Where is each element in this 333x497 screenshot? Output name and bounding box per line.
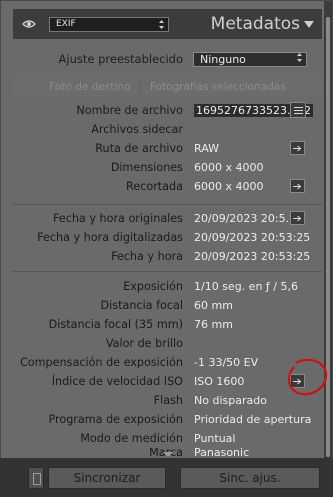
metadata-row: Fecha y hora originales 20/09/2023 20:5.… bbox=[13, 209, 322, 228]
field-label: Índice de velocidad ISO bbox=[51, 375, 183, 388]
metadata-row: Ruta de archivo RAW bbox=[13, 139, 322, 158]
field-value: 6000 x 4000 bbox=[194, 180, 264, 193]
metadata-row: Fecha y hora 20/09/2023 20:53:25 bbox=[13, 247, 322, 266]
metadata-row: Índice de velocidad ISO ISO 1600 bbox=[13, 372, 322, 391]
panel-scrollbar[interactable] bbox=[324, 1, 332, 481]
field-label: Marca bbox=[13, 448, 183, 456]
field-value: 20/09/2023 20:5... bbox=[194, 212, 297, 225]
select-arrows-icon bbox=[157, 18, 165, 30]
metadata-row: Valor de brillo bbox=[13, 334, 322, 353]
section-divider bbox=[13, 271, 322, 272]
preset-row: Ajuste preestablecido Ninguno bbox=[13, 47, 322, 71]
field-value: 76 mm bbox=[194, 318, 233, 331]
target-photo-option[interactable]: Foto de destino bbox=[49, 81, 130, 93]
rename-list-icon[interactable] bbox=[290, 102, 306, 118]
bottom-bar: Sincronizar Sinc. ajus. bbox=[0, 458, 333, 497]
field-label: Recortada bbox=[126, 180, 183, 193]
field-label: Modo de medición bbox=[80, 432, 183, 445]
field-label: Ruta de archivo bbox=[95, 142, 183, 155]
metadata-row: Programa de exposición Prioridad de aper… bbox=[13, 410, 322, 429]
preset-value: Ninguno bbox=[200, 52, 246, 66]
file-info-group: Nombre de archivo 1695276733523.rw2 Arch… bbox=[13, 101, 322, 196]
section-divider bbox=[13, 204, 322, 205]
field-label: Flash bbox=[153, 394, 183, 407]
field-value: 20/09/2023 20:53:25 bbox=[194, 231, 311, 244]
field-label: Programa de exposición bbox=[48, 413, 183, 426]
field-label: Exposición bbox=[123, 280, 183, 293]
collapse-triangle-icon[interactable] bbox=[304, 20, 314, 28]
metadata-panel: EXIF Metadatos Ajuste preestablecido Nin… bbox=[0, 0, 333, 497]
field-value: No disparado bbox=[194, 394, 267, 407]
field-value: Panasonic bbox=[194, 448, 250, 456]
exposure-group: Exposición 1/10 seg. en ƒ / 5,6 Distanci… bbox=[13, 277, 322, 456]
field-label: Archivos sidecar bbox=[91, 123, 183, 136]
metadata-row: Flash No disparado bbox=[13, 391, 322, 410]
panel-header[interactable]: EXIF Metadatos bbox=[13, 9, 322, 39]
field-value: 1/10 seg. en ƒ / 5,6 bbox=[194, 280, 298, 293]
metadata-view-value: EXIF bbox=[56, 19, 76, 29]
crop-arrow-icon[interactable] bbox=[290, 179, 305, 193]
sync-button[interactable]: Sincronizar bbox=[48, 467, 166, 489]
field-label: Valor de brillo bbox=[105, 337, 183, 350]
field-label: Fecha y hora digitalizadas bbox=[37, 231, 183, 244]
highlight-circle-annotation bbox=[282, 357, 330, 402]
metadata-row: Exposición 1/10 seg. en ƒ / 5,6 bbox=[13, 277, 322, 296]
target-separator: | bbox=[138, 81, 142, 93]
metadata-row: Modo de medición Puntual bbox=[13, 429, 322, 448]
metadata-row: Dimensiones 6000 x 4000 bbox=[13, 158, 322, 177]
field-value: ISO 1600 bbox=[194, 375, 245, 388]
metadata-row: Recortada 6000 x 4000 bbox=[13, 177, 322, 196]
field-value: Prioridad de apertura bbox=[194, 413, 312, 426]
metadata-row: Compensación de exposición -1 33/50 EV bbox=[13, 353, 322, 372]
field-value: 6000 x 4000 bbox=[194, 161, 264, 174]
go-to-folder-arrow-icon[interactable] bbox=[290, 141, 305, 155]
preset-label: Ajuste preestablecido bbox=[58, 52, 183, 66]
metadata-view-select[interactable]: EXIF bbox=[49, 16, 169, 32]
edit-capture-time-arrow-icon[interactable] bbox=[290, 211, 305, 225]
metadata-row: Distancia focal 60 mm bbox=[13, 296, 322, 315]
field-value: RAW bbox=[194, 142, 219, 155]
field-value: 20/09/2023 20:53:25 bbox=[194, 250, 311, 263]
sync-settings-button[interactable]: Sinc. ajus. bbox=[180, 467, 320, 489]
date-group: Fecha y hora originales 20/09/2023 20:5.… bbox=[13, 209, 322, 266]
field-value: Puntual bbox=[194, 432, 236, 445]
field-label: Fecha y hora bbox=[111, 250, 183, 263]
field-value: -1 33/50 EV bbox=[194, 356, 259, 369]
panel-title: Metadatos bbox=[210, 14, 300, 34]
select-arrows-icon bbox=[296, 52, 303, 66]
preset-select[interactable]: Ninguno bbox=[193, 51, 307, 67]
metadata-row: Archivos sidecar bbox=[13, 120, 322, 139]
metadata-row: Nombre de archivo 1695276733523.rw2 bbox=[13, 101, 322, 120]
field-label: Distancia focal bbox=[100, 299, 183, 312]
field-value: 60 mm bbox=[194, 299, 233, 312]
selected-photos-option[interactable]: Fotografías seleccionadas bbox=[150, 81, 286, 93]
field-label: Compensación de exposición bbox=[20, 356, 183, 369]
field-label: Distancia focal (35 mm) bbox=[48, 318, 183, 331]
metadata-row: Fecha y hora digitalizadas 20/09/2023 20… bbox=[13, 228, 322, 247]
eye-icon[interactable] bbox=[17, 12, 41, 36]
metadata-row: Distancia focal (35 mm) 76 mm bbox=[13, 315, 322, 334]
field-label: Nombre de archivo bbox=[76, 104, 183, 117]
field-label: Dimensiones bbox=[110, 161, 183, 174]
field-label: Fecha y hora originales bbox=[52, 212, 183, 225]
auto-sync-switch[interactable] bbox=[28, 467, 44, 489]
target-toggle: Foto de destino | Fotografías selecciona… bbox=[13, 77, 322, 97]
